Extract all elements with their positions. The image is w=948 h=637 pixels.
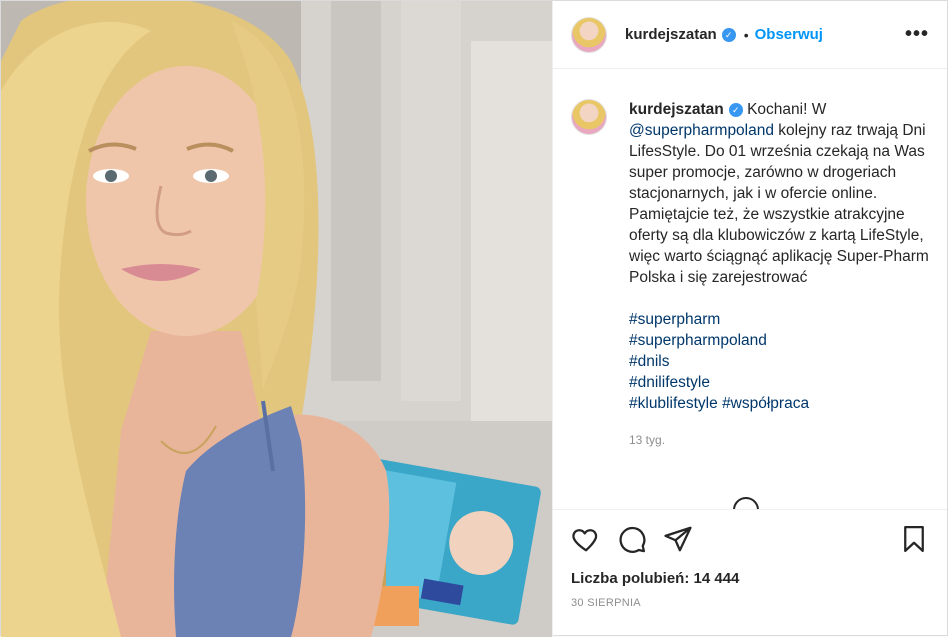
- caption-text-end: kolejny raz trwają Dni LifesStyle. Do 01…: [629, 122, 929, 286]
- instagram-post: kurdejszatan ✓ • Obserwuj ••• kurdejszat…: [0, 0, 948, 637]
- post-caption: kurdejszatan ✓ Kochani! W @superpharmpola…: [629, 99, 929, 451]
- hashtag-link[interactable]: #współpraca: [722, 395, 809, 412]
- share-icon[interactable]: [663, 524, 693, 554]
- post-date: 30 SIERPNIA: [571, 597, 641, 609]
- verified-badge-icon: ✓: [728, 103, 743, 117]
- caption-row: kurdejszatan ✓ Kochani! W @superpharmpola…: [571, 99, 929, 451]
- post-photo[interactable]: [1, 1, 552, 637]
- follow-button[interactable]: Obserwuj: [755, 26, 823, 43]
- post-header: kurdejszatan ✓ • Obserwuj •••: [553, 1, 947, 69]
- separator-dot: •: [743, 26, 749, 43]
- post-side-panel: kurdejszatan ✓ • Obserwuj ••• kurdejszat…: [552, 1, 947, 637]
- hashtag-link[interactable]: #superpharm: [629, 311, 720, 328]
- hashtag-link[interactable]: #dnilifestyle: [629, 374, 710, 391]
- caption-username[interactable]: kurdejszatan: [629, 101, 724, 118]
- caption-timestamp[interactable]: 13 tyg.: [629, 430, 929, 451]
- comments-section: kurdejszatan ✓ Kochani! W @superpharmpola…: [553, 69, 947, 509]
- caption-mention-link[interactable]: @superpharmpoland: [629, 122, 774, 139]
- likes-count[interactable]: Liczba polubień: 14 444: [571, 570, 929, 587]
- selfie-photo: [1, 1, 552, 637]
- caption-text-start: Kochani! W: [747, 101, 827, 118]
- hashtag-link[interactable]: #dnils: [629, 353, 670, 370]
- hashtag-list: #superpharm #superpharmpoland #dnils #dn…: [629, 309, 929, 414]
- post-actions-block: Liczba polubień: 14 444 30 SIERPNIA: [553, 509, 947, 637]
- more-options-icon[interactable]: •••: [905, 23, 929, 46]
- bookmark-icon[interactable]: [899, 524, 929, 554]
- likes-label: Liczba polubień:: [571, 570, 690, 587]
- heart-icon[interactable]: [571, 524, 601, 554]
- author-avatar[interactable]: [571, 16, 607, 53]
- action-bar: [571, 522, 929, 556]
- plus-circle-icon[interactable]: [733, 497, 759, 509]
- caption-author-avatar[interactable]: [571, 99, 607, 135]
- comment-icon[interactable]: [617, 524, 647, 554]
- hashtag-link[interactable]: #superpharmpoland: [629, 332, 767, 349]
- author-username[interactable]: kurdejszatan: [625, 26, 717, 43]
- hashtag-link[interactable]: #klublifestyle: [629, 395, 718, 412]
- verified-badge-icon: ✓: [721, 27, 736, 42]
- likes-number: 14 444: [693, 570, 740, 587]
